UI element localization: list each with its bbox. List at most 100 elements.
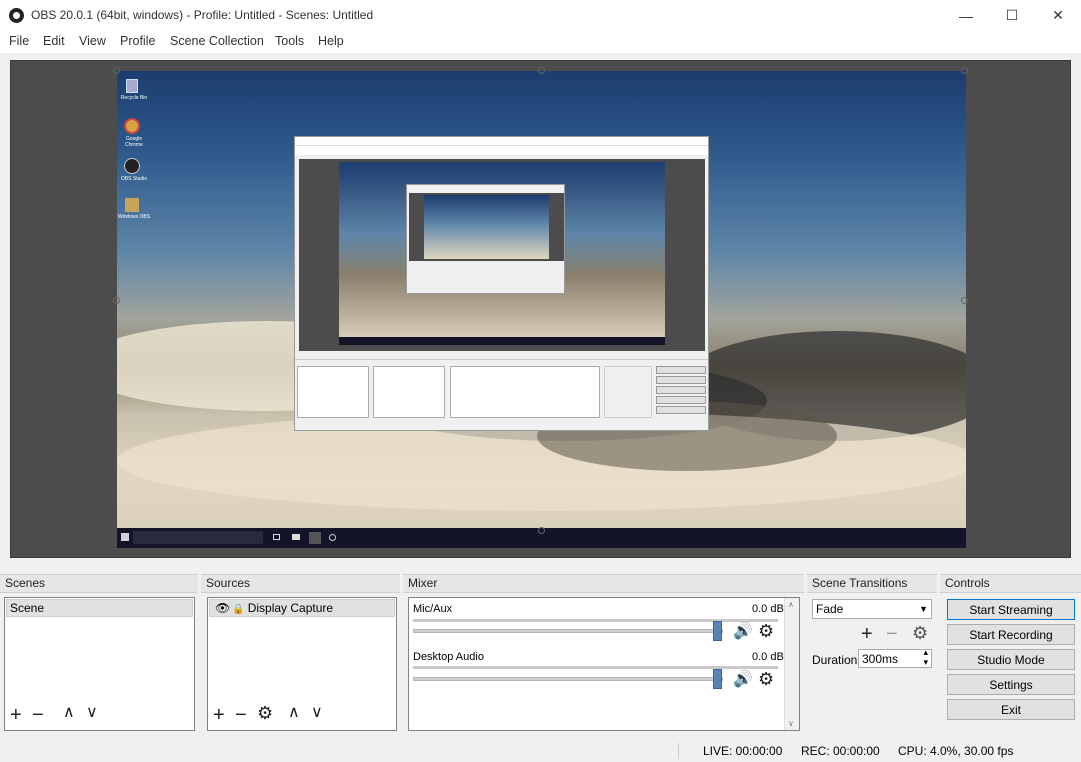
menu-profile[interactable]: Profile xyxy=(120,34,155,48)
mixer-scrollbar[interactable]: ∧ ∨ xyxy=(784,598,799,730)
nested-transitions-panel xyxy=(604,366,652,418)
nested-controls-panel xyxy=(656,366,706,418)
title-bar: OBS 20.0.1 (64bit, windows) - Profile: U… xyxy=(0,0,1081,31)
menu-tools[interactable]: Tools xyxy=(275,34,304,48)
source-label: Display Capture xyxy=(247,601,334,615)
minimize-button[interactable]: — xyxy=(943,0,989,31)
close-button[interactable]: ✕ xyxy=(1035,0,1081,31)
remove-scene-button[interactable]: − xyxy=(32,705,44,725)
sources-list[interactable]: 👁 🔒 Display Capture + − ⚙ ∧ ∨ xyxy=(207,597,397,731)
desktop-audio-meter xyxy=(413,666,778,669)
desktop-audio-gear-icon[interactable]: ⚙ xyxy=(758,670,774,688)
sources-dock-header: Sources xyxy=(201,574,400,593)
add-source-button[interactable]: + xyxy=(213,705,225,725)
rec-status: REC: 00:00:00 xyxy=(801,744,880,758)
nested-obs-inner-window xyxy=(406,184,565,294)
nested-taskbar xyxy=(339,337,665,345)
transition-select[interactable]: Fade ▼ xyxy=(812,599,932,619)
mic-aux-speaker-icon[interactable]: 🔊 xyxy=(733,623,753,641)
move-scene-down-button[interactable]: ∨ xyxy=(86,704,98,722)
cpu-status: CPU: 4.0%, 30.00 fps xyxy=(898,744,1014,758)
chrome-icon[interactable]: Google Chrome xyxy=(121,116,143,148)
mic-aux-volume-track[interactable] xyxy=(413,621,723,641)
mic-aux-volume-thumb[interactable] xyxy=(713,621,722,641)
menu-scene-collection[interactable]: Scene Collection xyxy=(170,34,264,48)
remove-transition-button[interactable]: − xyxy=(886,624,898,644)
transition-selected: Fade xyxy=(816,602,844,616)
resize-handle-top-right[interactable] xyxy=(961,67,968,74)
menu-view[interactable]: View xyxy=(79,34,106,48)
windows-obs-icon[interactable]: Windows OBS xyxy=(118,196,150,220)
nested-scenes-panel xyxy=(297,366,369,418)
nested-title-bar xyxy=(295,137,708,146)
nested-desktop xyxy=(339,162,665,345)
move-scene-up-button[interactable]: ∧ xyxy=(63,704,75,722)
nested-obs-window xyxy=(294,136,709,431)
recycle-bin-icon[interactable]: Recycle Bin xyxy=(121,77,147,101)
chevron-down-icon: ▼ xyxy=(919,604,928,614)
desktop-audio-volume-thumb[interactable] xyxy=(713,669,722,689)
obs-studio-icon[interactable]: OBS Studio xyxy=(121,156,147,182)
scenes-dock-header: Scenes xyxy=(0,574,198,593)
window-title: OBS 20.0.1 (64bit, windows) - Profile: U… xyxy=(31,8,374,22)
resize-handle-right[interactable] xyxy=(961,297,968,304)
exit-button[interactable]: Exit xyxy=(947,699,1075,720)
duration-value: 300ms xyxy=(862,652,899,666)
live-status: LIVE: 00:00:00 xyxy=(703,744,783,758)
resize-handle-left[interactable] xyxy=(113,297,120,304)
system-tray xyxy=(892,531,962,545)
menu-edit[interactable]: Edit xyxy=(43,34,65,48)
nested-docks xyxy=(295,359,708,421)
nested-inner-preview xyxy=(409,193,564,261)
start-streaming-button[interactable]: Start Streaming xyxy=(947,599,1075,620)
source-properties-gear-icon[interactable]: ⚙ xyxy=(257,704,273,722)
desktop-audio-level: 0.0 dB xyxy=(752,651,784,663)
task-view-icon[interactable] xyxy=(273,534,280,540)
duration-label: Duration xyxy=(812,653,858,667)
windows-start-icon[interactable] xyxy=(121,533,129,541)
lock-icon[interactable]: 🔒 xyxy=(232,602,244,618)
mixer-panel: ∧ ∨ Mic/Aux 0.0 dB 🔊 ⚙ Desktop Audio 0.0… xyxy=(408,597,800,731)
preview-canvas[interactable]: Recycle Bin Google Chrome OBS Studio Win… xyxy=(10,60,1071,558)
duration-spinbox[interactable]: 300ms ▴ ▾ xyxy=(858,647,932,668)
resize-handle-top[interactable] xyxy=(538,67,545,74)
spin-arrows-icon[interactable]: ▴ ▾ xyxy=(923,647,928,667)
desktop-audio-label: Desktop Audio xyxy=(413,651,484,663)
taskbar-app-icon[interactable] xyxy=(309,532,321,544)
settings-button[interactable]: Settings xyxy=(947,674,1075,695)
desktop-audio-volume-track[interactable] xyxy=(413,669,723,689)
controls-dock-header: Controls xyxy=(940,574,1081,593)
transition-properties-gear-icon[interactable]: ⚙ xyxy=(912,624,928,642)
mixer-dock-header: Mixer xyxy=(403,574,804,593)
add-scene-button[interactable]: + xyxy=(10,705,22,725)
taskbar-obs-icon[interactable] xyxy=(329,534,336,541)
mic-aux-gear-icon[interactable]: ⚙ xyxy=(758,622,774,640)
eye-icon[interactable]: 👁 xyxy=(215,600,230,616)
menu-help[interactable]: Help xyxy=(318,34,344,48)
nested-inner-desktop xyxy=(424,195,549,259)
resize-handle-bottom[interactable] xyxy=(538,527,545,534)
desktop-audio-speaker-icon[interactable]: 🔊 xyxy=(733,671,753,689)
maximize-button[interactable]: ☐ xyxy=(989,0,1035,31)
obs-logo-icon xyxy=(9,8,24,23)
transitions-dock-header: Scene Transitions xyxy=(807,574,937,593)
scenes-list[interactable]: Scene + − ∧ ∨ xyxy=(4,597,195,731)
mic-aux-label: Mic/Aux xyxy=(413,603,453,615)
resize-handle-top-left[interactable] xyxy=(113,67,120,74)
source-item[interactable]: 👁 🔒 Display Capture xyxy=(209,599,395,617)
nested-sources-panel xyxy=(373,366,445,418)
menu-bar: File Edit View Profile Scene Collection … xyxy=(0,31,1081,53)
taskbar-search-box[interactable] xyxy=(133,531,263,544)
move-source-down-button[interactable]: ∨ xyxy=(311,704,323,722)
menu-file[interactable]: File xyxy=(9,34,29,48)
add-transition-button[interactable]: + xyxy=(861,624,873,644)
file-explorer-icon[interactable] xyxy=(292,534,300,540)
start-recording-button[interactable]: Start Recording xyxy=(947,624,1075,645)
status-bar: LIVE: 00:00:00 REC: 00:00:00 CPU: 4.0%, … xyxy=(0,740,1081,762)
mic-aux-level: 0.0 dB xyxy=(752,603,784,615)
scene-item[interactable]: Scene xyxy=(6,599,193,617)
remove-source-button[interactable]: − xyxy=(235,705,247,725)
studio-mode-button[interactable]: Studio Mode xyxy=(947,649,1075,670)
move-source-up-button[interactable]: ∧ xyxy=(288,704,300,722)
display-capture-preview: Recycle Bin Google Chrome OBS Studio Win… xyxy=(117,71,966,548)
